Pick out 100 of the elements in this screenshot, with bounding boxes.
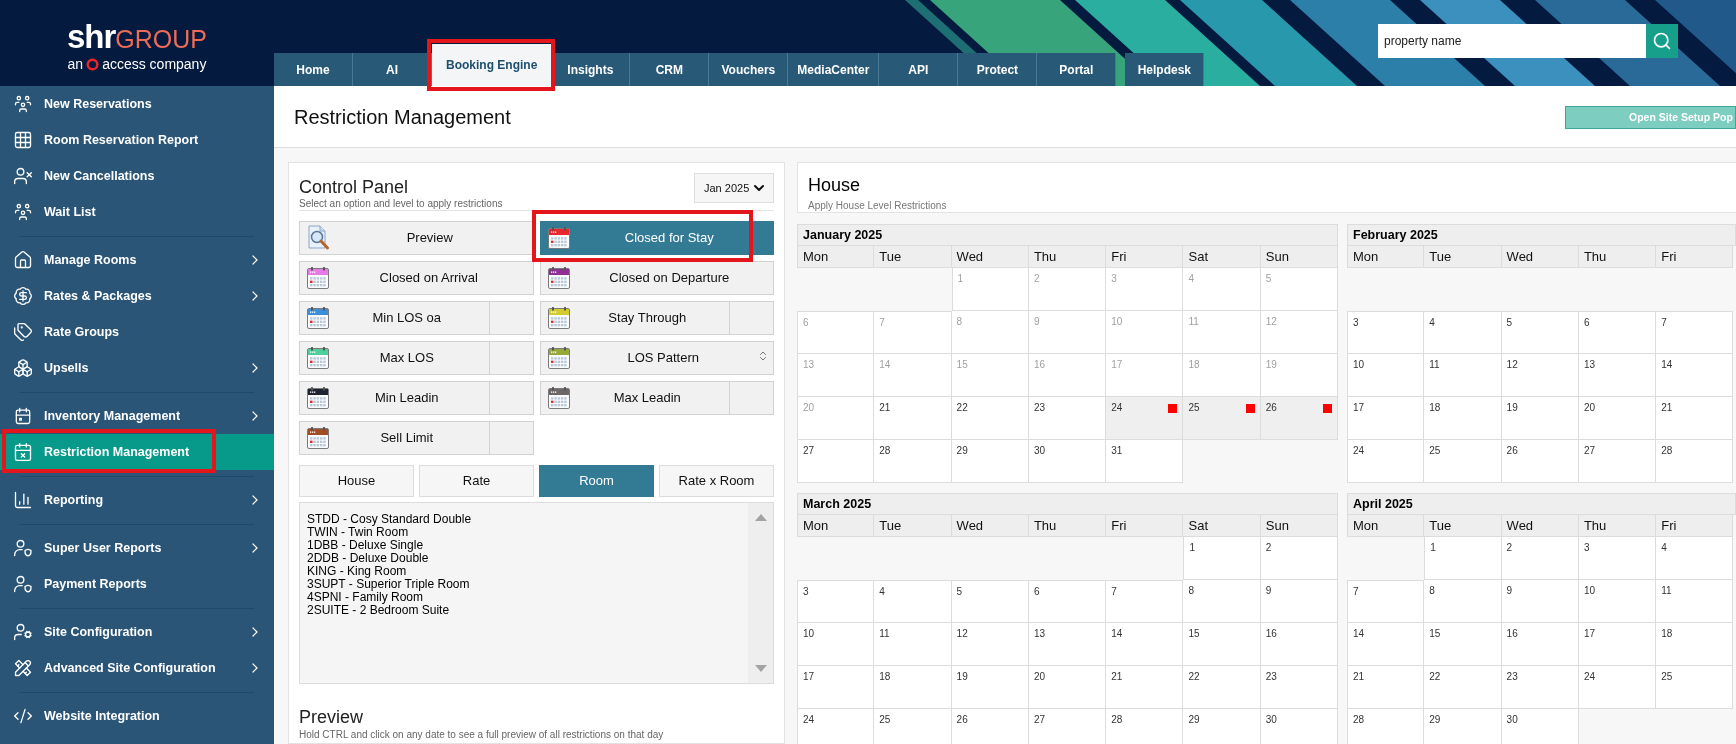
nav-tab[interactable]: API <box>879 53 959 86</box>
day-cell[interactable]: 19 <box>1501 397 1579 440</box>
day-cell[interactable]: 26 <box>1260 397 1339 440</box>
day-cell[interactable]: 25 <box>874 709 952 744</box>
sidebar-item[interactable]: Rate Groups <box>0 314 274 350</box>
level-tab[interactable]: Room <box>539 465 654 497</box>
day-cell[interactable]: 30 <box>1028 440 1107 483</box>
day-cell[interactable]: 7 <box>1347 580 1425 623</box>
room-option[interactable]: 2SUITE - 2 Bedroom Suite <box>307 604 450 617</box>
option-button[interactable]: Stay Through <box>539 301 730 335</box>
day-cell[interactable]: 13 <box>1028 623 1107 666</box>
day-cell[interactable]: 11 <box>874 623 952 666</box>
search-button[interactable] <box>1646 24 1678 58</box>
day-cell[interactable]: 27 <box>797 440 875 483</box>
day-cell[interactable]: 21 <box>1347 666 1425 709</box>
sidebar-item[interactable]: Room Reservation Report <box>0 122 274 158</box>
day-cell[interactable]: 20 <box>1578 397 1657 440</box>
day-cell[interactable]: 11 <box>1424 354 1502 397</box>
day-cell[interactable]: 20 <box>1028 666 1107 709</box>
input-field[interactable] <box>730 381 774 415</box>
day-cell[interactable]: 28 <box>1656 440 1734 483</box>
option-button[interactable]: Min LOS oa <box>299 301 490 335</box>
day-cell[interactable]: 13 <box>1578 354 1657 397</box>
day-cell[interactable]: 25 <box>1183 397 1261 440</box>
day-cell[interactable]: 16 <box>1260 623 1339 666</box>
day-cell[interactable]: 2 <box>1501 537 1579 580</box>
day-cell[interactable]: 21 <box>874 397 952 440</box>
day-cell[interactable]: 22 <box>951 397 1029 440</box>
sidebar-item[interactable]: Manage Rooms <box>0 242 274 278</box>
sidebar-item[interactable]: Site Configuration <box>0 614 274 650</box>
nav-tab[interactable]: Helpdesk <box>1125 53 1205 86</box>
nav-tab[interactable]: Home <box>274 53 353 86</box>
day-cell[interactable]: 29 <box>1424 709 1502 744</box>
day-cell[interactable]: 25 <box>1424 440 1502 483</box>
day-cell[interactable]: 19 <box>951 666 1029 709</box>
room-option[interactable]: STDD - Cosy Standard Double <box>307 513 472 526</box>
day-cell[interactable]: 14 <box>1656 354 1734 397</box>
day-cell[interactable]: 3 <box>1578 537 1657 580</box>
day-cell[interactable]: 5 <box>951 580 1029 623</box>
sidebar-item[interactable]: Restriction Management <box>0 434 274 470</box>
scrollbar[interactable] <box>748 503 773 683</box>
day-cell[interactable]: 3 <box>1347 311 1425 354</box>
day-cell[interactable]: 24 <box>797 709 875 744</box>
nav-tab[interactable]: Booking Engine <box>432 44 552 86</box>
day-cell[interactable]: 12 <box>1501 354 1579 397</box>
day-cell[interactable]: 16 <box>1501 623 1579 666</box>
day-cell[interactable]: 15 <box>1424 623 1502 666</box>
level-tab[interactable]: Rate <box>419 465 534 497</box>
option-button[interactable]: Closed on Arrival <box>299 261 534 295</box>
day-cell[interactable]: 17 <box>1347 397 1425 440</box>
input-field[interactable] <box>489 301 534 335</box>
day-cell[interactable]: 27 <box>1578 440 1657 483</box>
option-button[interactable]: Preview <box>299 221 534 255</box>
sidebar-item[interactable]: Website Integration <box>0 698 274 734</box>
sidebar-item[interactable]: Super User Reports <box>0 530 274 566</box>
day-cell[interactable]: 28 <box>1347 709 1425 744</box>
sidebar-item[interactable]: New Reservations <box>0 86 274 122</box>
day-cell[interactable]: 12 <box>951 623 1029 666</box>
option-select[interactable]: LOS Pattern <box>539 341 774 375</box>
day-cell[interactable]: 24 <box>1347 440 1425 483</box>
day-cell[interactable]: 18 <box>874 666 952 709</box>
day-cell[interactable]: 23 <box>1260 666 1339 709</box>
option-button[interactable]: Sell Limit <box>299 421 490 455</box>
input-field[interactable] <box>730 301 774 335</box>
option-button[interactable]: Min Leadin <box>299 381 490 415</box>
input-field[interactable] <box>489 341 534 375</box>
day-cell[interactable]: 10 <box>1347 354 1425 397</box>
nav-tab[interactable]: Portal <box>1037 53 1117 86</box>
day-cell[interactable]: 10 <box>797 623 875 666</box>
day-cell[interactable]: 23 <box>1501 666 1579 709</box>
day-cell[interactable]: 5 <box>1501 311 1579 354</box>
sidebar-item[interactable]: Upsells <box>0 350 274 386</box>
day-cell[interactable]: 28 <box>1106 709 1184 744</box>
nav-tab[interactable]: MediaCenter <box>788 53 880 86</box>
day-cell[interactable]: 30 <box>1260 709 1339 744</box>
day-cell[interactable]: 6 <box>1028 580 1107 623</box>
day-cell[interactable]: 22 <box>1424 666 1502 709</box>
day-cell[interactable]: 7 <box>1106 580 1184 623</box>
day-cell[interactable]: 28 <box>874 440 952 483</box>
room-option[interactable]: 4SPNI - Family Room <box>307 591 424 604</box>
nav-tab[interactable]: AI <box>353 53 432 86</box>
sidebar-item[interactable]: Inventory Management <box>0 398 274 434</box>
day-cell[interactable]: 8 <box>1424 580 1502 623</box>
room-option[interactable]: 1DBB - Deluxe Single <box>307 539 424 552</box>
day-cell[interactable]: 10 <box>1578 580 1657 623</box>
day-cell[interactable]: 11 <box>1656 580 1734 623</box>
room-option[interactable]: TWIN - Twin Room <box>307 526 409 539</box>
day-cell[interactable]: 4 <box>1424 311 1502 354</box>
option-button[interactable]: Max Leadin <box>539 381 730 415</box>
month-select[interactable]: Jan 2025 <box>694 173 774 203</box>
day-cell[interactable]: 21 <box>1106 666 1184 709</box>
nav-tab[interactable]: Vouchers <box>709 53 789 86</box>
search-field[interactable]: property name <box>1378 24 1646 58</box>
option-button[interactable]: Closed on Departure <box>539 261 774 295</box>
day-cell[interactable]: 4 <box>874 580 952 623</box>
day-cell[interactable]: 26 <box>1501 440 1579 483</box>
day-cell[interactable]: 14 <box>1347 623 1425 666</box>
day-cell[interactable]: 17 <box>797 666 875 709</box>
day-cell[interactable]: 18 <box>1656 623 1734 666</box>
option-button[interactable]: Closed for Stay <box>539 221 774 255</box>
